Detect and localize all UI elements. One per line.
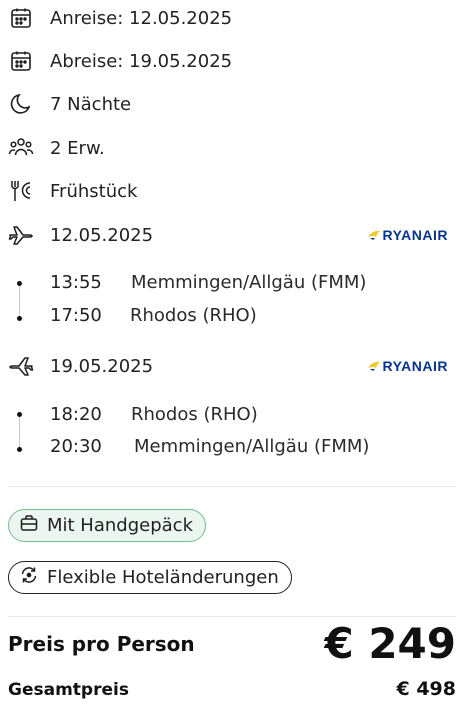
timeline-dot [17,412,22,417]
flexible-hotel-changes-label: Flexible Hoteländerungen [47,567,279,588]
moon-icon [8,91,34,117]
return-segment: 18:20 Rhodos (RHO) 20:30 Memmingen/Allgä… [14,401,454,471]
return-date: 19.05.2025 [50,355,154,377]
return-dep-time: 18:20 [50,404,102,425]
outbound-date: 12.05.2025 [50,224,154,246]
timeline-dot [17,316,22,321]
timeline-line [19,282,20,320]
arrival-row: Anreise: 12.05.2025 [8,4,232,32]
nights-row: 7 Nächte [8,90,131,118]
total-price-label: Gesamtpreis [8,680,129,700]
outbound-dep-airport: Memmingen/Allgäu (FMM) [131,272,367,293]
return-arr-time: 20:30 [50,436,102,457]
total-price-value: € 498 [396,678,457,700]
return-dep-airport: Rhodos (RHO) [131,404,258,425]
luggage-icon [19,513,39,538]
travelers-count: 2 Erw. [50,137,105,159]
board-row: Frühstück [8,177,137,205]
harp-icon [367,357,381,376]
nights-count: 7 Nächte [50,93,132,115]
airline-name: RYANAIR [382,358,448,374]
divider [8,486,456,487]
divider [8,616,456,617]
return-arr-airport: Memmingen/Allgäu (FMM) [134,436,370,457]
departure-date: Abreise: 19.05.2025 [50,50,233,72]
refresh-icon [19,565,39,590]
airline-logo: RYANAIR [367,226,448,245]
timeline-dot [17,281,22,286]
harp-icon [367,226,381,245]
price-per-person-label: Preis pro Person [8,632,195,656]
cutlery-icon [8,178,34,204]
timeline-line [19,413,20,451]
timeline-dot [17,447,22,452]
board-type: Frühstück [50,180,138,202]
airline-logo: RYANAIR [367,357,448,376]
outbound-arr-time: 17:50 [50,305,102,326]
outbound-arr-airport: Rhodos (RHO) [130,305,257,326]
hand-luggage-tag[interactable]: Mit Handgepäck [8,509,206,542]
hand-luggage-label: Mit Handgepäck [47,515,193,536]
travelers-row: 2 Erw. [8,134,105,162]
calendar-icon [8,5,34,31]
outbound-segment: 13:55 Memmingen/Allgäu (FMM) 17:50 Rhodo… [14,270,454,340]
departure-row: Abreise: 19.05.2025 [8,47,232,75]
plane-arrival-icon [8,353,34,379]
people-icon [8,135,34,161]
plane-departure-icon [8,222,34,248]
outbound-flight-header: 12.05.2025 RYANAIR [8,221,464,249]
airline-name: RYANAIR [382,227,448,243]
outbound-dep-time: 13:55 [50,272,102,293]
calendar-icon [8,48,34,74]
price-per-person-value: € 249 [324,619,456,668]
arrival-date: Anreise: 12.05.2025 [50,7,233,29]
flexible-hotel-changes-tag[interactable]: Flexible Hoteländerungen [8,561,292,594]
return-flight-header: 19.05.2025 RYANAIR [8,352,464,380]
